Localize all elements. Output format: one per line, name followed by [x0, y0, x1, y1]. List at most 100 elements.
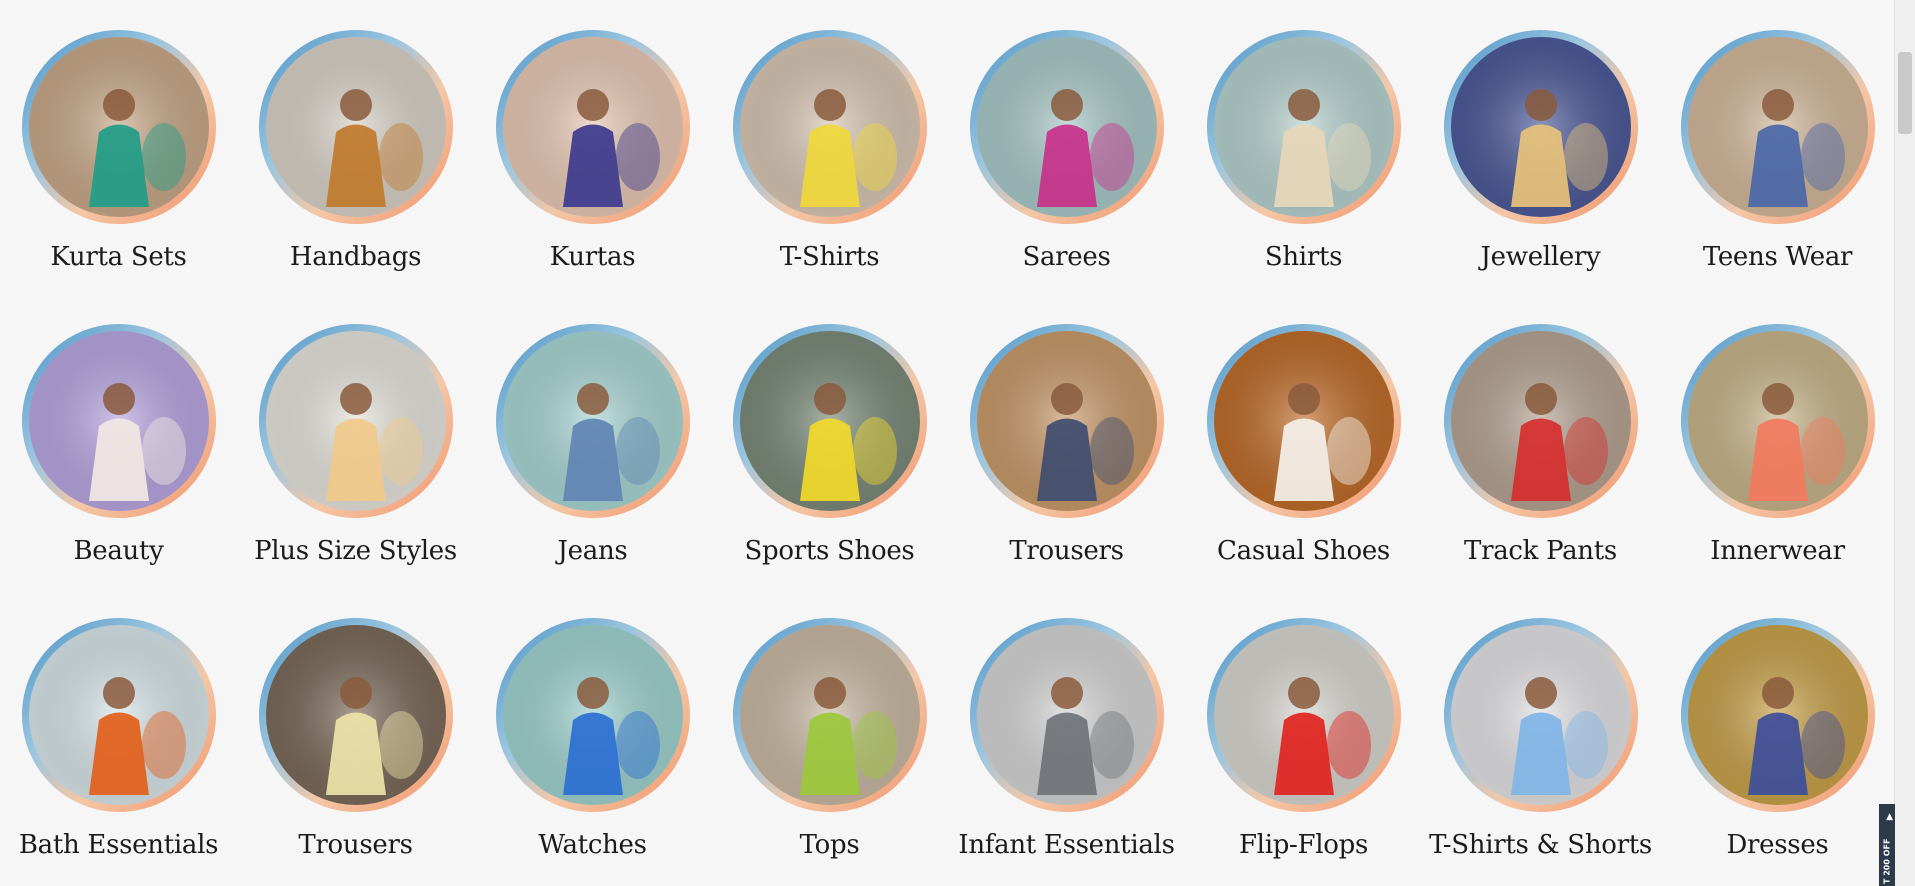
category-label[interactable]: Flip-Flops — [1239, 830, 1368, 860]
category-tile[interactable]: Beauty — [0, 320, 237, 614]
kurtas-image[interactable] — [502, 37, 683, 217]
category-tile[interactable]: Tops — [711, 614, 948, 886]
category-image-ring[interactable] — [1680, 324, 1875, 518]
category-tile[interactable]: Trousers — [948, 320, 1185, 614]
category-label[interactable]: Innerwear — [1710, 536, 1845, 566]
category-tile[interactable]: Casual Shoes — [1185, 320, 1422, 614]
bath-essentials-image[interactable] — [28, 625, 209, 805]
category-tile[interactable]: Trousers — [237, 614, 474, 886]
trousers-women-image[interactable] — [265, 625, 446, 805]
category-label[interactable]: Watches — [538, 830, 647, 860]
category-tile[interactable]: Sarees — [948, 26, 1185, 320]
category-tile[interactable]: Sports Shoes — [711, 320, 948, 614]
category-image-ring[interactable] — [21, 324, 216, 518]
category-label[interactable]: Sarees — [1022, 242, 1110, 272]
dresses-image[interactable] — [1687, 625, 1868, 805]
category-tile[interactable]: Watches — [474, 614, 711, 886]
category-image-ring[interactable] — [258, 618, 453, 812]
casual-shoes-image[interactable] — [1213, 331, 1394, 511]
category-label[interactable]: Trousers — [298, 830, 413, 860]
category-label[interactable]: Shirts — [1265, 242, 1343, 272]
innerwear-image[interactable] — [1687, 331, 1868, 511]
category-image-ring[interactable] — [969, 30, 1164, 224]
category-image-ring[interactable] — [258, 30, 453, 224]
category-image-ring[interactable] — [969, 618, 1164, 812]
category-tile[interactable]: Bath Essentials — [0, 614, 237, 886]
category-tile[interactable]: Kurtas — [474, 26, 711, 320]
chevron-up-icon[interactable]: ▲ — [1886, 812, 1893, 822]
category-label[interactable]: Jeans — [558, 536, 628, 566]
tshirts-shorts-image[interactable] — [1450, 625, 1631, 805]
category-tile[interactable]: Jeans — [474, 320, 711, 614]
tshirts-image[interactable] — [739, 37, 920, 217]
category-image-ring[interactable] — [1206, 618, 1401, 812]
category-tile[interactable]: Infant Essentials — [948, 614, 1185, 886]
category-label[interactable]: Casual Shoes — [1217, 536, 1390, 566]
category-image-ring[interactable] — [732, 30, 927, 224]
category-image-ring[interactable] — [495, 324, 690, 518]
category-image-ring[interactable] — [495, 618, 690, 812]
category-image-ring[interactable] — [495, 30, 690, 224]
sarees-image[interactable] — [976, 37, 1157, 217]
beauty-image[interactable] — [28, 331, 209, 511]
category-label[interactable]: Trousers — [1009, 536, 1124, 566]
category-label[interactable]: T-Shirts — [780, 242, 880, 272]
category-image-ring[interactable] — [1206, 30, 1401, 224]
category-image-ring[interactable] — [1206, 324, 1401, 518]
category-tile[interactable]: Innerwear — [1659, 320, 1896, 614]
jewellery-image[interactable] — [1450, 37, 1631, 217]
trousers-image[interactable] — [976, 331, 1157, 511]
flip-flops-image[interactable] — [1213, 625, 1394, 805]
category-image-ring[interactable] — [1443, 30, 1638, 224]
category-image-ring[interactable] — [21, 30, 216, 224]
vertical-scrollbar[interactable] — [1894, 0, 1915, 886]
category-label[interactable]: Jewellery — [1481, 242, 1601, 272]
category-label[interactable]: Kurta Sets — [50, 242, 187, 272]
category-tile[interactable]: Plus Size Styles — [237, 320, 474, 614]
sports-shoes-image[interactable] — [739, 331, 920, 511]
scrollbar-thumb[interactable] — [1898, 52, 1912, 134]
category-tile[interactable]: Shirts — [1185, 26, 1422, 320]
category-label[interactable]: Tops — [800, 830, 860, 860]
category-tile[interactable]: Handbags — [237, 26, 474, 320]
jeans-image[interactable] — [502, 331, 683, 511]
kurta-sets-image[interactable] — [28, 37, 209, 217]
category-image-ring[interactable] — [1680, 30, 1875, 224]
category-tile[interactable]: Kurta Sets — [0, 26, 237, 320]
category-label[interactable]: Track Pants — [1464, 536, 1617, 566]
category-tile[interactable]: T-Shirts & Shorts — [1422, 614, 1659, 886]
category-tile[interactable]: Teens Wear — [1659, 26, 1896, 320]
category-tile[interactable]: T-Shirts — [711, 26, 948, 320]
category-label[interactable]: Beauty — [73, 536, 163, 566]
category-image-ring[interactable] — [732, 324, 927, 518]
infant-essentials-image[interactable] — [976, 625, 1157, 805]
category-tile[interactable]: Jewellery — [1422, 26, 1659, 320]
category-tile[interactable]: Dresses — [1659, 614, 1896, 886]
category-label[interactable]: Plus Size Styles — [254, 536, 457, 566]
shirts-image[interactable] — [1213, 37, 1394, 217]
category-grid: Kurta Sets Handbags Kurtas T-Shirts Sarees Sh… — [0, 26, 1900, 886]
category-label[interactable]: Sports Shoes — [745, 536, 915, 566]
category-label[interactable]: Bath Essentials — [19, 830, 219, 860]
category-image-ring[interactable] — [258, 324, 453, 518]
category-label[interactable]: T-Shirts & Shorts — [1429, 830, 1652, 860]
watches-image[interactable] — [502, 625, 683, 805]
category-tile[interactable]: Flip-Flops — [1185, 614, 1422, 886]
category-image-ring[interactable] — [21, 618, 216, 812]
track-pants-image[interactable] — [1450, 331, 1631, 511]
category-image-ring[interactable] — [1680, 618, 1875, 812]
category-image-ring[interactable] — [1443, 618, 1638, 812]
category-label[interactable]: Kurtas — [550, 242, 636, 272]
category-label[interactable]: Handbags — [290, 242, 422, 272]
handbag-image[interactable] — [265, 37, 446, 217]
category-label[interactable]: Dresses — [1727, 830, 1829, 860]
category-image-ring[interactable] — [969, 324, 1164, 518]
category-label[interactable]: Infant Essentials — [958, 830, 1175, 860]
plus-size-image[interactable] — [265, 331, 446, 511]
category-image-ring[interactable] — [1443, 324, 1638, 518]
category-image-ring[interactable] — [732, 618, 927, 812]
category-label[interactable]: Teens Wear — [1703, 242, 1853, 272]
tops-image[interactable] — [739, 625, 920, 805]
category-tile[interactable]: Track Pants — [1422, 320, 1659, 614]
teens-wear-image[interactable] — [1687, 37, 1868, 217]
